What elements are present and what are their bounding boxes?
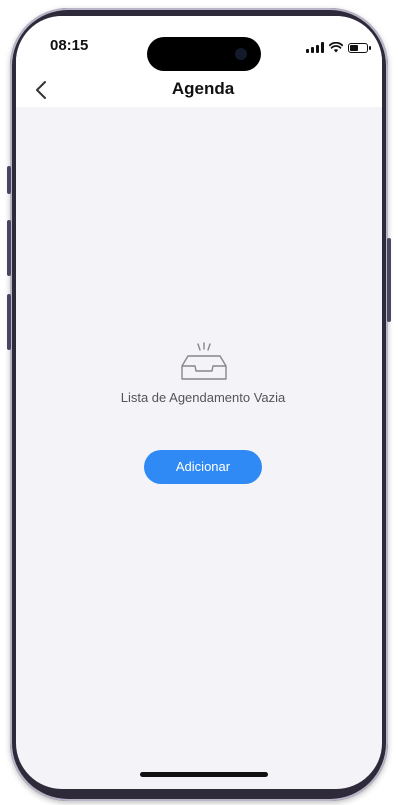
wifi-icon (329, 42, 343, 53)
status-time: 08:15 (50, 37, 89, 54)
silent-switch (7, 166, 11, 194)
status-icons (306, 41, 371, 53)
volume-up-button (7, 220, 11, 276)
add-button[interactable]: Adicionar (144, 450, 262, 484)
signal-icon (306, 41, 324, 53)
camera-icon (235, 48, 247, 60)
battery-icon (348, 43, 371, 53)
dynamic-island (147, 37, 261, 71)
volume-down-button (7, 294, 11, 350)
empty-state-message: Lista de Agendamento Vazia (120, 390, 286, 405)
empty-inbox-icon (181, 342, 227, 380)
page-title: Agenda (171, 79, 235, 98)
home-indicator[interactable] (140, 772, 268, 777)
screen: 08:15 Agenda Lista de Agendamento Vazia … (16, 16, 382, 789)
power-button (387, 238, 391, 322)
